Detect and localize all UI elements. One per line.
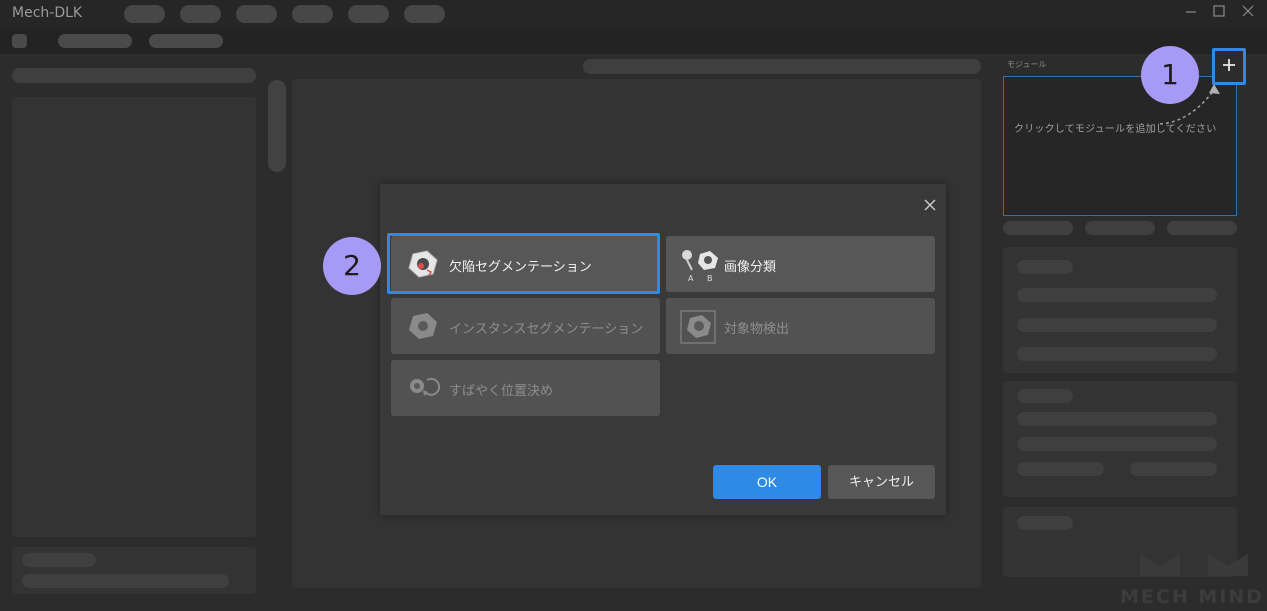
- instance-segmentation-icon: [405, 310, 441, 342]
- right-pill-placeholder[interactable]: [1085, 221, 1155, 235]
- right-card-placeholder: [1017, 412, 1217, 426]
- watermark-text: MECH MIND: [1120, 586, 1264, 608]
- ok-button[interactable]: OK: [713, 465, 821, 499]
- menu-item-placeholder[interactable]: [348, 5, 389, 23]
- menu-item-placeholder[interactable]: [292, 5, 333, 23]
- scrollbar-thumb[interactable]: [268, 80, 286, 172]
- callout-badge-2: 2: [323, 237, 381, 295]
- app-title: Mech-DLK: [12, 5, 83, 21]
- left-header-placeholder: [12, 68, 256, 83]
- right-card-placeholder: [1017, 347, 1217, 361]
- right-card-placeholder: [1017, 462, 1104, 476]
- left-list-panel: [12, 97, 256, 537]
- left-bottom-placeholder: [22, 574, 229, 588]
- option-label: 画像分類: [724, 260, 777, 275]
- menu-item-placeholder[interactable]: [404, 5, 445, 23]
- option-fast-positioning[interactable]: すばやく位置決め: [391, 360, 660, 416]
- toolbar-button-placeholder[interactable]: [149, 34, 223, 48]
- callout-badge-1: 1: [1141, 46, 1199, 104]
- right-card-placeholder: [1130, 462, 1217, 476]
- menu-item-placeholder[interactable]: [236, 5, 277, 23]
- right-pill-placeholder[interactable]: [1003, 221, 1073, 235]
- title-bar: Mech-DLK: [0, 0, 1267, 28]
- toolbar-button-placeholder[interactable]: [12, 34, 27, 48]
- app-window: Mech-DLK モジュール クリックしてモジュールを追加してください 1 ME…: [0, 0, 1267, 611]
- menu-item-placeholder[interactable]: [180, 5, 221, 23]
- right-card-placeholder: [1017, 260, 1073, 274]
- selected-option-highlight: [387, 233, 660, 294]
- option-instance-segmentation[interactable]: インスタンスセグメンテーション: [391, 298, 660, 354]
- option-object-detection[interactable]: 対象物検出: [666, 298, 935, 354]
- close-icon[interactable]: [1238, 4, 1258, 24]
- right-card-placeholder: [1017, 288, 1217, 302]
- object-detection-icon: [680, 310, 716, 344]
- menu-item-placeholder[interactable]: [124, 5, 165, 23]
- toolbar-button-placeholder[interactable]: [58, 34, 132, 48]
- close-icon[interactable]: [920, 197, 940, 217]
- center-header-placeholder: [583, 59, 981, 74]
- right-card-placeholder: [1017, 437, 1217, 451]
- option-label: すばやく位置決め: [449, 384, 554, 399]
- option-label: 対象物検出: [724, 322, 790, 337]
- plus-icon: [1220, 56, 1238, 74]
- option-image-classification[interactable]: A B 画像分類: [666, 236, 935, 292]
- left-bottom-placeholder: [22, 553, 96, 567]
- cancel-button[interactable]: キャンセル: [828, 465, 935, 499]
- fast-positioning-icon: [405, 372, 441, 404]
- toolbar: [0, 28, 1267, 54]
- right-card-placeholder: [1017, 318, 1217, 332]
- ab-label-b: B: [707, 274, 713, 283]
- watermark-logo: MECH MIND: [1118, 552, 1267, 611]
- maximize-icon[interactable]: [1209, 4, 1229, 24]
- module-panel-title: モジュール: [1007, 60, 1047, 69]
- option-label: インスタンスセグメンテーション: [449, 322, 644, 337]
- add-module-button[interactable]: [1212, 48, 1246, 85]
- minimize-icon[interactable]: [1181, 4, 1201, 24]
- right-card-placeholder: [1017, 389, 1073, 403]
- right-pill-placeholder[interactable]: [1167, 221, 1237, 235]
- ab-label-a: A: [688, 274, 694, 283]
- right-card-placeholder: [1017, 516, 1073, 530]
